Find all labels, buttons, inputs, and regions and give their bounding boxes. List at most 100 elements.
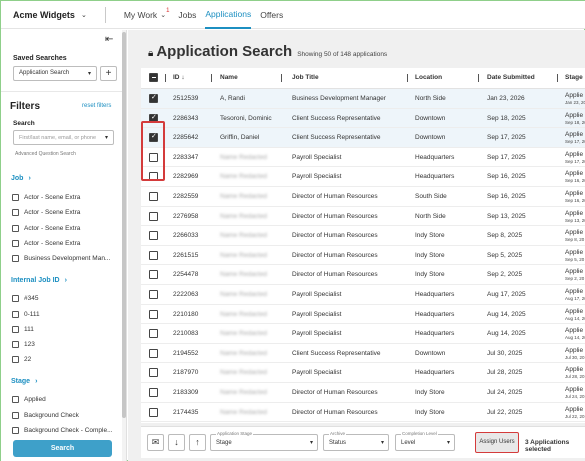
table-row[interactable]: 2276958 Name Redacted Director of Human Re… — [141, 206, 585, 227]
move-up-button[interactable]: ↑ — [189, 434, 206, 451]
email-button[interactable]: ✉ — [147, 434, 164, 451]
saved-search-select[interactable]: Application Search ▾ — [13, 66, 97, 81]
nav-jobs[interactable]: Jobs — [178, 1, 196, 29]
row-checkbox[interactable] — [149, 368, 158, 378]
table-row[interactable]: 2282969 Name Redacted Payroll Specialist He… — [141, 167, 585, 187]
row-checkbox[interactable] — [149, 309, 158, 319]
cell-name[interactable]: Name Redacted — [220, 213, 267, 220]
job-filter-option[interactable]: Actor - Scene Extra — [12, 209, 117, 216]
table-row[interactable]: 2194552 Name Redacted Client Success Repre… — [141, 343, 585, 364]
stage-filter-section[interactable]: Stage › — [11, 378, 37, 385]
search-input[interactable]: First/last name, email, or phone ▾ — [13, 130, 114, 145]
checkbox[interactable] — [12, 356, 19, 363]
row-checkbox[interactable] — [149, 270, 158, 280]
advanced-question-search-link[interactable]: Advanced Question Search — [15, 151, 76, 157]
move-down-button[interactable]: ↓ — [168, 434, 185, 451]
job-filter-option[interactable]: Actor - Scene Extra — [12, 225, 117, 232]
table-row[interactable]: 2210180 Name Redacted Payroll Specialist He… — [141, 304, 585, 325]
column-header-stage[interactable]: Stage — [565, 74, 583, 81]
table-row[interactable]: 2210083 Name Redacted Payroll Specialist He… — [141, 324, 585, 344]
internal-id-option[interactable]: 111 — [12, 326, 117, 333]
checkbox[interactable] — [12, 209, 19, 216]
row-checkbox[interactable] — [149, 231, 158, 241]
assign-users-button[interactable]: Assign Users — [475, 432, 519, 453]
stage-filter-option[interactable]: Applied — [12, 396, 117, 403]
nav-offers[interactable]: Offers — [260, 1, 283, 29]
job-filter-option[interactable]: Actor - Scene Extra — [12, 194, 117, 201]
row-checkbox[interactable] — [149, 348, 158, 358]
table-row[interactable]: 2285642 Griffin, Daniel Client Success Rep… — [141, 128, 585, 148]
row-checkbox[interactable] — [149, 329, 158, 339]
table-row[interactable]: 2183309 Name Redacted Director of Human Re… — [141, 383, 585, 403]
internal-id-option[interactable]: 0-111 — [12, 311, 117, 318]
cell-name[interactable]: Name Redacted — [220, 193, 267, 200]
cell-name[interactable]: Name Redacted — [220, 330, 267, 337]
cell-name[interactable]: Name Redacted — [220, 291, 267, 298]
cell-name[interactable]: Name Redacted — [220, 271, 267, 278]
column-header-name[interactable]: Name — [220, 74, 238, 81]
job-filter-section[interactable]: Job › — [11, 175, 31, 182]
collapse-sidebar-icon[interactable]: ⇤ — [105, 34, 113, 45]
table-row[interactable]: 2174435 Name Redacted Director of Human Re… — [141, 402, 585, 423]
checkbox[interactable] — [12, 427, 19, 434]
brand-name[interactable]: Acme Widgets — [13, 10, 75, 20]
chevron-down-icon[interactable]: ⌄ — [81, 11, 87, 19]
table-row[interactable]: 2283347 Name Redacted Payroll Specialist He… — [141, 147, 585, 168]
checkbox[interactable] — [12, 396, 19, 403]
cell-name[interactable]: Name Redacted — [220, 154, 267, 161]
row-checkbox[interactable] — [149, 290, 158, 299]
checkbox[interactable] — [12, 225, 19, 232]
internal-id-option[interactable]: 123 — [12, 341, 117, 348]
cell-name[interactable]: Griffin, Daniel — [220, 134, 259, 141]
internal-id-option[interactable]: 22 — [12, 356, 117, 363]
sidebar-scrollbar[interactable] — [122, 30, 126, 461]
job-filter-option[interactable]: Business Development Man... — [12, 255, 117, 262]
checkbox[interactable] — [12, 295, 19, 302]
column-header-date[interactable]: Date Submitted — [487, 74, 535, 81]
cell-name[interactable]: Name Redacted — [220, 311, 267, 318]
cell-name[interactable]: Name Redacted — [220, 232, 267, 239]
column-header-location[interactable]: Location — [415, 74, 442, 81]
cell-name[interactable]: Tesoroni, Dominic — [220, 115, 272, 122]
nav-my-work[interactable]: My Work ⌄ 1 — [124, 1, 170, 29]
checkbox[interactable] — [12, 341, 19, 348]
table-row[interactable]: 2261515 Name Redacted Director of Human Re… — [141, 245, 585, 266]
row-checkbox[interactable] — [149, 211, 158, 221]
cell-name[interactable]: Name Redacted — [220, 409, 267, 416]
row-checkbox[interactable] — [149, 250, 158, 260]
table-row[interactable]: 2266033 Name Redacted Director of Human Re… — [141, 226, 585, 246]
table-row[interactable]: 2254478 Name Redacted Director of Human Re… — [141, 265, 585, 285]
row-checkbox[interactable] — [149, 93, 158, 103]
table-row[interactable]: 2187970 Name Redacted Payroll Specialist He… — [141, 363, 585, 383]
reset-filters-link[interactable]: reset filters — [82, 103, 111, 109]
checkbox[interactable] — [12, 326, 19, 333]
application-stage-select[interactable]: Application Stage Stage ▾ — [210, 431, 318, 451]
archive-status-select[interactable]: Archive Status ▾ — [323, 431, 389, 451]
table-row[interactable]: 2512539 A, Randi Business Development Mana… — [141, 89, 585, 109]
job-filter-option[interactable]: Actor - Scene Extra — [12, 240, 117, 247]
column-header-job-title[interactable]: Job Title — [292, 74, 319, 81]
stage-filter-option[interactable]: Background Check — [12, 412, 117, 419]
completion-level-select[interactable]: Completion Level Level ▾ — [395, 431, 455, 451]
checkbox[interactable] — [12, 194, 19, 201]
internal-job-id-section[interactable]: Internal Job ID › — [11, 277, 67, 284]
select-all-checkbox[interactable] — [149, 73, 158, 82]
nav-applications[interactable]: Applications — [205, 1, 252, 29]
internal-id-option[interactable]: #345 — [12, 295, 117, 302]
cell-name[interactable]: Name Redacted — [220, 369, 267, 376]
row-checkbox[interactable] — [149, 192, 158, 201]
checkbox[interactable] — [12, 412, 19, 419]
cell-name[interactable]: Name Redacted — [220, 350, 267, 357]
row-checkbox[interactable] — [149, 407, 158, 417]
search-button[interactable]: Search — [13, 440, 112, 457]
table-row[interactable]: 2222063 Name Redacted Payroll Specialist He… — [141, 285, 585, 305]
column-header-id[interactable]: ID ↓ — [173, 74, 185, 81]
scrollbar-thumb[interactable] — [122, 32, 126, 418]
cell-name[interactable]: A, Randi — [220, 95, 245, 102]
table-row[interactable]: 2286343 Tesoroni, Dominic Client Success R… — [141, 108, 585, 129]
cell-name[interactable]: Name Redacted — [220, 252, 267, 259]
row-checkbox[interactable] — [149, 388, 158, 397]
stage-filter-option[interactable]: Background Check - Comple... — [12, 427, 117, 434]
checkbox[interactable] — [12, 255, 19, 262]
checkbox[interactable] — [12, 240, 19, 247]
